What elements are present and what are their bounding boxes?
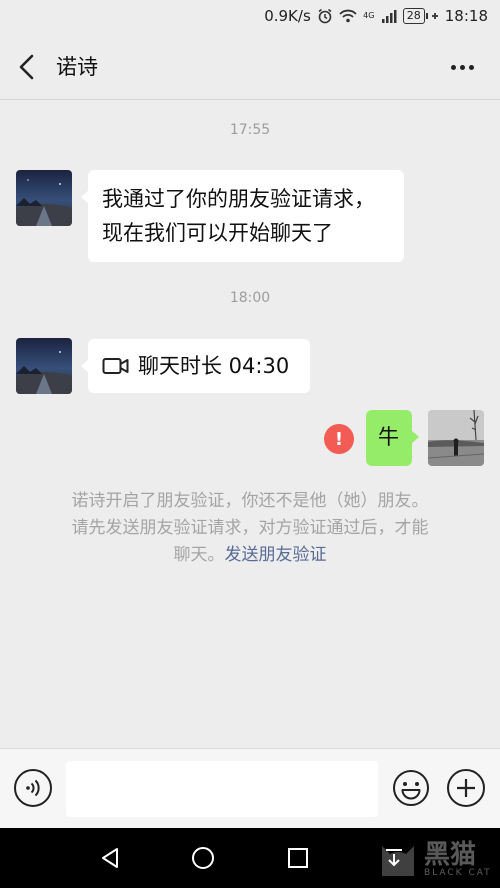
alarm-icon xyxy=(317,8,333,24)
watermark-subtext: BLACK CAT xyxy=(424,868,492,878)
send-verification-link[interactable]: 发送朋友验证 xyxy=(225,545,327,565)
notice-line: 诺诗开启了朋友验证，你还不是他（她）朋友。 xyxy=(71,491,429,511)
emoji-button[interactable] xyxy=(392,769,430,807)
voice-icon xyxy=(26,779,40,797)
square-recents-icon xyxy=(288,848,308,868)
triangle-back-icon xyxy=(102,848,118,868)
clock: 18:18 xyxy=(444,7,488,25)
chat-title: 诺诗 xyxy=(56,55,98,79)
nav-back-button[interactable] xyxy=(96,844,124,872)
message-input[interactable] xyxy=(66,761,378,817)
wifi-icon xyxy=(339,9,357,23)
watermark: 黑猫 BLACK CAT xyxy=(372,832,498,886)
more-functions-button[interactable] xyxy=(447,769,485,807)
nav-home-button[interactable] xyxy=(189,844,217,872)
notice-line: 请先发送朋友验证请求，对方验证通过后，才能 xyxy=(71,518,429,538)
system-notice: 诺诗开启了朋友验证，你还不是他（她）朋友。 请先发送朋友验证请求，对方验证通过后… xyxy=(40,488,460,569)
call-duration: 聊天时长 04:30 xyxy=(138,354,290,378)
back-button[interactable] xyxy=(12,52,42,82)
more-dots-icon xyxy=(450,64,456,70)
more-options-button[interactable] xyxy=(446,52,478,82)
message-bubble-outgoing[interactable]: 牛 xyxy=(366,410,419,466)
chat-header: 诺诗 xyxy=(0,34,500,100)
emoji-icon xyxy=(393,770,429,806)
network-speed: 0.9K/s xyxy=(264,7,311,25)
network-type: 4G xyxy=(363,11,375,20)
voice-toggle-button[interactable] xyxy=(14,769,52,807)
timestamp: 17:55 xyxy=(229,122,271,138)
chevron-left-icon xyxy=(19,54,34,80)
user-avatar[interactable] xyxy=(428,410,484,466)
cat-logo-icon xyxy=(382,846,414,876)
message-text-line: 现在我们可以开始聊天了 xyxy=(102,221,333,245)
notice-text: 聊天。 xyxy=(173,545,225,565)
battery-indicator: 28 xyxy=(402,8,428,24)
timestamp: 18:00 xyxy=(229,290,271,306)
watermark-text: 黑猫 xyxy=(424,840,477,870)
plus-icon xyxy=(457,779,475,797)
message-text: 牛 xyxy=(378,425,399,449)
contact-avatar[interactable] xyxy=(16,170,72,226)
exclamation-icon[interactable]: ! xyxy=(324,424,354,454)
input-bar xyxy=(0,748,500,828)
status-bar: 0.9K/s 4G 28 18:18 xyxy=(0,0,500,34)
charging-icon xyxy=(431,10,439,22)
message-bubble-incoming[interactable]: 我通过了你的朋友验证请求， 现在我们可以开始聊天了 xyxy=(81,170,404,262)
video-camera-icon xyxy=(102,358,129,374)
video-call-record[interactable]: 聊天时长 04:30 xyxy=(81,339,310,393)
message-text-line: 我通过了你的朋友验证请求， xyxy=(102,187,375,211)
contact-avatar[interactable] xyxy=(16,338,72,394)
circle-home-icon xyxy=(192,847,214,869)
nav-recents-button[interactable] xyxy=(284,844,312,872)
signal-icon xyxy=(381,9,397,23)
notice-line: 聊天。发送朋友验证 xyxy=(40,542,460,569)
